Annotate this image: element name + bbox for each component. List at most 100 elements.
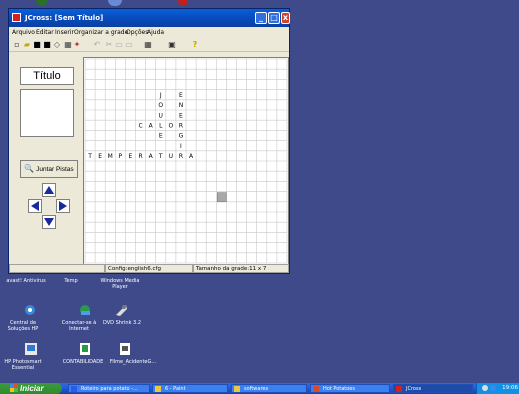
grid-letter[interactable]: O <box>158 102 163 109</box>
desktop-icon-label[interactable]: CONTABILIDADE <box>60 359 106 365</box>
menu-opcoes[interactable]: Opções <box>126 29 148 36</box>
crossword-grid[interactable]: JOULEENERGICAOTEMPERATURA <box>83 57 289 265</box>
task-label: Hot Potatoes <box>323 386 355 392</box>
grid-size-icon[interactable]: ▦ <box>144 40 152 49</box>
folder-icon <box>234 386 240 392</box>
grid-letter[interactable]: U <box>169 153 173 160</box>
spreadsheet-icon[interactable] <box>78 342 92 356</box>
desktop-top-strip <box>0 0 519 8</box>
desktop-icon-label[interactable]: Filme_AcidenteG... <box>108 359 158 365</box>
status-grid-size: Tamanho da grade:11 x 7 <box>193 264 289 273</box>
export-icon[interactable]: ▣ <box>168 40 176 49</box>
grid-letter[interactable]: E <box>179 92 183 99</box>
grid-letter[interactable]: P <box>119 153 123 160</box>
new-icon[interactable]: ▫ <box>13 40 21 49</box>
eraser-icon[interactable]: ◇ <box>53 40 61 49</box>
grid-letter[interactable]: A <box>149 123 154 130</box>
task-roteiro[interactable]: Roteiro para potato -... <box>68 384 150 393</box>
key-icon: 🔍 <box>24 164 35 173</box>
desktop-icon-label[interactable]: HP Photosmart Essential <box>0 359 46 371</box>
arrow-up-button[interactable] <box>42 183 56 197</box>
grid-icon[interactable]: ▦ <box>64 40 72 49</box>
window-titlebar[interactable]: JCross: [Sem Título] _ □ x <box>9 9 290 27</box>
grid-letter[interactable]: T <box>158 153 163 160</box>
jcross-icon <box>396 386 402 392</box>
clue-box[interactable] <box>20 89 74 137</box>
cut-icon[interactable]: ✂ <box>105 40 113 49</box>
menu-inserir[interactable]: Inserir <box>55 29 74 36</box>
desktop-icon-label[interactable]: Central de Soluções HP <box>0 320 46 332</box>
grid-cursor[interactable] <box>217 192 227 203</box>
grid-letter[interactable]: R <box>138 153 142 160</box>
add-icon[interactable]: ✦ <box>73 40 81 49</box>
jcross-window: JCross: [Sem Título] _ □ x Arquivo Edita… <box>8 8 290 274</box>
task-label: JCross <box>406 386 422 392</box>
grid-letter[interactable]: R <box>179 123 183 130</box>
title-box[interactable]: Título <box>20 67 74 85</box>
minimize-button[interactable]: _ <box>255 12 267 24</box>
grid-letter[interactable]: T <box>87 153 92 160</box>
grid-canvas[interactable]: JOULEENERGIC A OT E M P E R A T U R A <box>84 58 289 265</box>
task-softwares[interactable]: softwares <box>231 384 307 393</box>
clock: 19:06 <box>502 385 518 391</box>
grid-letter[interactable]: M <box>108 153 113 160</box>
start-button[interactable]: Iniciar <box>0 383 62 394</box>
left-panel: Título 🔍 Juntar Pistas <box>13 57 79 267</box>
movie-file-icon[interactable] <box>118 342 132 356</box>
copy-icon[interactable]: ▭ <box>115 40 123 49</box>
grid-letter[interactable]: J <box>159 92 162 99</box>
desktop-icon-label[interactable]: DVD Shrink 3.2 <box>100 320 144 326</box>
grid-letter[interactable]: I <box>180 143 182 150</box>
menu-organizar[interactable]: Organizar a grade <box>74 29 128 36</box>
grid-letter[interactable]: O <box>168 123 173 130</box>
desktop: JCross: [Sem Título] _ □ x Arquivo Edita… <box>0 0 519 394</box>
grid-letter[interactable]: E <box>129 153 133 160</box>
grid-letter[interactable]: N <box>179 102 184 109</box>
grid-letter[interactable]: E <box>98 153 102 160</box>
grid-letter[interactable]: C <box>138 123 142 130</box>
hp-solutions-icon[interactable] <box>23 303 37 317</box>
task-jcross[interactable]: JCross <box>393 384 473 393</box>
arrow-down-button[interactable] <box>42 215 56 229</box>
photosmart-icon[interactable] <box>24 342 38 356</box>
dvd-shrink-icon[interactable] <box>114 303 128 317</box>
arrow-left-button[interactable] <box>28 199 42 213</box>
grid-letter[interactable]: L <box>159 123 163 130</box>
task-label: Roteiro para potato -... <box>81 386 138 392</box>
grid-letter[interactable]: G <box>179 133 184 140</box>
desktop-icon-label[interactable]: Conectar-se à Internet <box>58 320 100 332</box>
task-label: 6 - Paint <box>165 386 186 392</box>
open-icon[interactable]: ▰ <box>23 40 31 49</box>
help-icon[interactable]: ? <box>191 40 199 49</box>
save-as-icon[interactable]: ■ <box>43 40 51 49</box>
tray-icon[interactable] <box>482 385 488 391</box>
grid-letter[interactable]: E <box>179 112 183 119</box>
hot-potatoes-icon <box>313 386 319 392</box>
paste-icon[interactable]: ▭ <box>125 40 133 49</box>
menu-ajuda[interactable]: Ajuda <box>147 29 164 36</box>
grid-letter[interactable]: U <box>159 112 163 119</box>
menu-arquivo[interactable]: Arquivo <box>12 29 35 36</box>
desktop-icon-label[interactable]: Windows Media Player <box>100 278 140 290</box>
menu-editar[interactable]: Editar <box>36 29 54 36</box>
status-bar: Config:english6.cfg Tamanho da grade:11 … <box>9 264 289 273</box>
juntar-pistas-button[interactable]: 🔍 Juntar Pistas <box>20 160 78 178</box>
tray-icon[interactable] <box>490 385 496 391</box>
start-label: Iniciar <box>20 384 44 393</box>
grid-letter[interactable]: R <box>179 153 183 160</box>
grid-letter[interactable]: A <box>189 153 194 160</box>
task-hot-potatoes[interactable]: Hot Potatoes <box>310 384 390 393</box>
toolbar: ▫ ▰ ■ ■ ◇ ▦ ✦ ↶ ✂ ▭ ▭ ▦ ▣ ? <box>9 39 289 52</box>
undo-icon[interactable]: ↶ <box>93 40 101 49</box>
maximize-button[interactable]: □ <box>268 12 280 24</box>
desktop-icon-label[interactable]: avast! Antivirus <box>4 278 48 284</box>
save-icon[interactable]: ■ <box>33 40 41 49</box>
grid-letter[interactable]: E <box>159 133 163 140</box>
task-paint[interactable]: 6 - Paint <box>152 384 228 393</box>
grid-letter[interactable]: A <box>149 153 154 160</box>
internet-icon[interactable] <box>78 303 92 317</box>
desktop-icon-label[interactable]: Temp <box>56 278 86 284</box>
arrow-right-button[interactable] <box>56 199 70 213</box>
status-config: Config:english6.cfg <box>105 264 193 273</box>
close-button[interactable]: x <box>281 12 290 24</box>
